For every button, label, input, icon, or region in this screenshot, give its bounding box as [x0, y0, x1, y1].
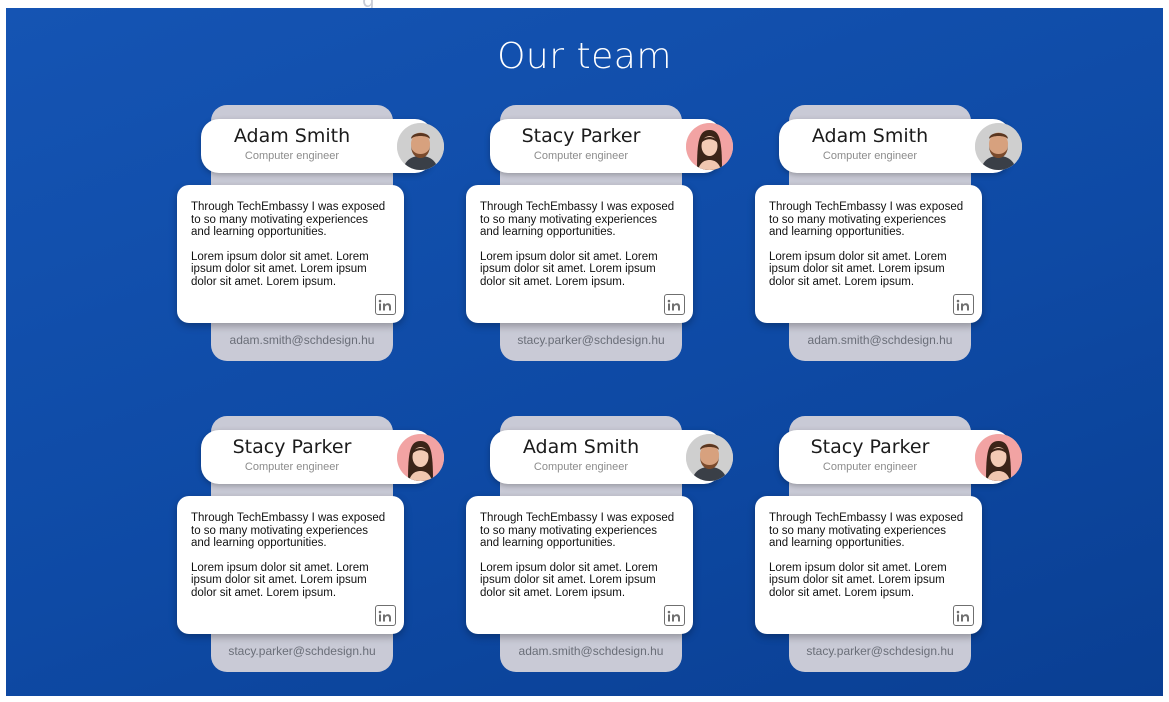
linkedin-icon[interactable]	[664, 605, 685, 626]
bio-box: Through TechEmbassy I was exposed to so …	[466, 185, 693, 323]
male-avatar-icon	[975, 123, 1022, 170]
bio-box: Through TechEmbassy I was exposed to so …	[755, 496, 982, 634]
bio-intro: Through TechEmbassy I was exposed to so …	[191, 201, 386, 238]
bio-intro: Through TechEmbassy I was exposed to so …	[191, 512, 386, 549]
bio-intro: Through TechEmbassy I was exposed to so …	[769, 201, 964, 238]
name-pill: Adam Smith Computer engineer	[490, 430, 733, 484]
member-name: Adam Smith	[522, 436, 640, 458]
bio-box: Through TechEmbassy I was exposed to so …	[177, 496, 404, 634]
avatar	[975, 434, 1022, 481]
linkedin-icon[interactable]	[953, 605, 974, 626]
avatar	[686, 123, 733, 170]
bio-box: Through TechEmbassy I was exposed to so …	[177, 185, 404, 323]
team-card: stacy.parker@schdesign.hu Stacy Parker C…	[755, 416, 1022, 674]
name-pill: Stacy Parker Computer engineer	[201, 430, 444, 484]
team-card: adam.smith@schdesign.hu Adam Smith Compu…	[177, 105, 444, 363]
female-avatar-icon	[686, 123, 733, 170]
female-avatar-icon	[397, 434, 444, 481]
avatar	[686, 434, 733, 481]
bio-intro: Through TechEmbassy I was exposed to so …	[769, 512, 964, 549]
member-email[interactable]: adam.smith@schdesign.hu	[211, 333, 393, 347]
member-name: Stacy Parker	[521, 125, 641, 147]
name-pill: Adam Smith Computer engineer	[201, 119, 444, 173]
member-email[interactable]: adam.smith@schdesign.hu	[789, 333, 971, 347]
bio-intro: Through TechEmbassy I was exposed to so …	[480, 201, 675, 238]
member-role: Computer engineer	[533, 461, 629, 473]
bio-text: Lorem ipsum dolor sit amet. Lorem ipsum …	[191, 561, 369, 599]
bio-text: Lorem ipsum dolor sit amet. Lorem ipsum …	[480, 561, 658, 599]
member-name: Adam Smith	[233, 125, 351, 147]
linkedin-icon[interactable]	[375, 605, 396, 626]
bio-box: Through TechEmbassy I was exposed to so …	[466, 496, 693, 634]
clipped-heading-fragment: g	[362, 0, 375, 8]
linkedin-icon[interactable]	[664, 294, 685, 315]
member-email[interactable]: adam.smith@schdesign.hu	[500, 644, 682, 658]
member-role: Computer engineer	[533, 150, 629, 162]
member-name: Stacy Parker	[232, 436, 352, 458]
bio-text: Lorem ipsum dolor sit amet. Lorem ipsum …	[191, 250, 369, 288]
page-title: Our team	[497, 36, 672, 77]
bio-intro: Through TechEmbassy I was exposed to so …	[480, 512, 675, 549]
avatar	[397, 434, 444, 481]
member-role: Computer engineer	[822, 461, 918, 473]
member-role: Computer engineer	[244, 461, 340, 473]
member-name: Stacy Parker	[810, 436, 930, 458]
member-email[interactable]: stacy.parker@schdesign.hu	[211, 644, 393, 658]
avatar	[397, 123, 444, 170]
linkedin-icon[interactable]	[953, 294, 974, 315]
member-email[interactable]: stacy.parker@schdesign.hu	[500, 333, 682, 347]
bio-text: Lorem ipsum dolor sit amet. Lorem ipsum …	[480, 250, 658, 288]
team-card: adam.smith@schdesign.hu Adam Smith Compu…	[466, 416, 733, 674]
team-card: stacy.parker@schdesign.hu Stacy Parker C…	[177, 416, 444, 674]
bio-text: Lorem ipsum dolor sit amet. Lorem ipsum …	[769, 561, 947, 599]
bio-text: Lorem ipsum dolor sit amet. Lorem ipsum …	[769, 250, 947, 288]
avatar	[975, 123, 1022, 170]
name-pill: Stacy Parker Computer engineer	[779, 430, 1022, 484]
team-card: adam.smith@schdesign.hu Adam Smith Compu…	[755, 105, 1022, 363]
linkedin-icon[interactable]	[375, 294, 396, 315]
team-card: stacy.parker@schdesign.hu Stacy Parker C…	[466, 105, 733, 363]
male-avatar-icon	[686, 434, 733, 481]
name-pill: Adam Smith Computer engineer	[779, 119, 1022, 173]
member-role: Computer engineer	[244, 150, 340, 162]
female-avatar-icon	[975, 434, 1022, 481]
bio-box: Through TechEmbassy I was exposed to so …	[755, 185, 982, 323]
name-pill: Stacy Parker Computer engineer	[490, 119, 733, 173]
team-section: Our team adam.smith@schdesign.hu Adam Sm…	[6, 8, 1163, 696]
member-role: Computer engineer	[822, 150, 918, 162]
male-avatar-icon	[397, 123, 444, 170]
top-strip: g	[0, 0, 1169, 8]
member-email[interactable]: stacy.parker@schdesign.hu	[789, 644, 971, 658]
member-name: Adam Smith	[811, 125, 929, 147]
